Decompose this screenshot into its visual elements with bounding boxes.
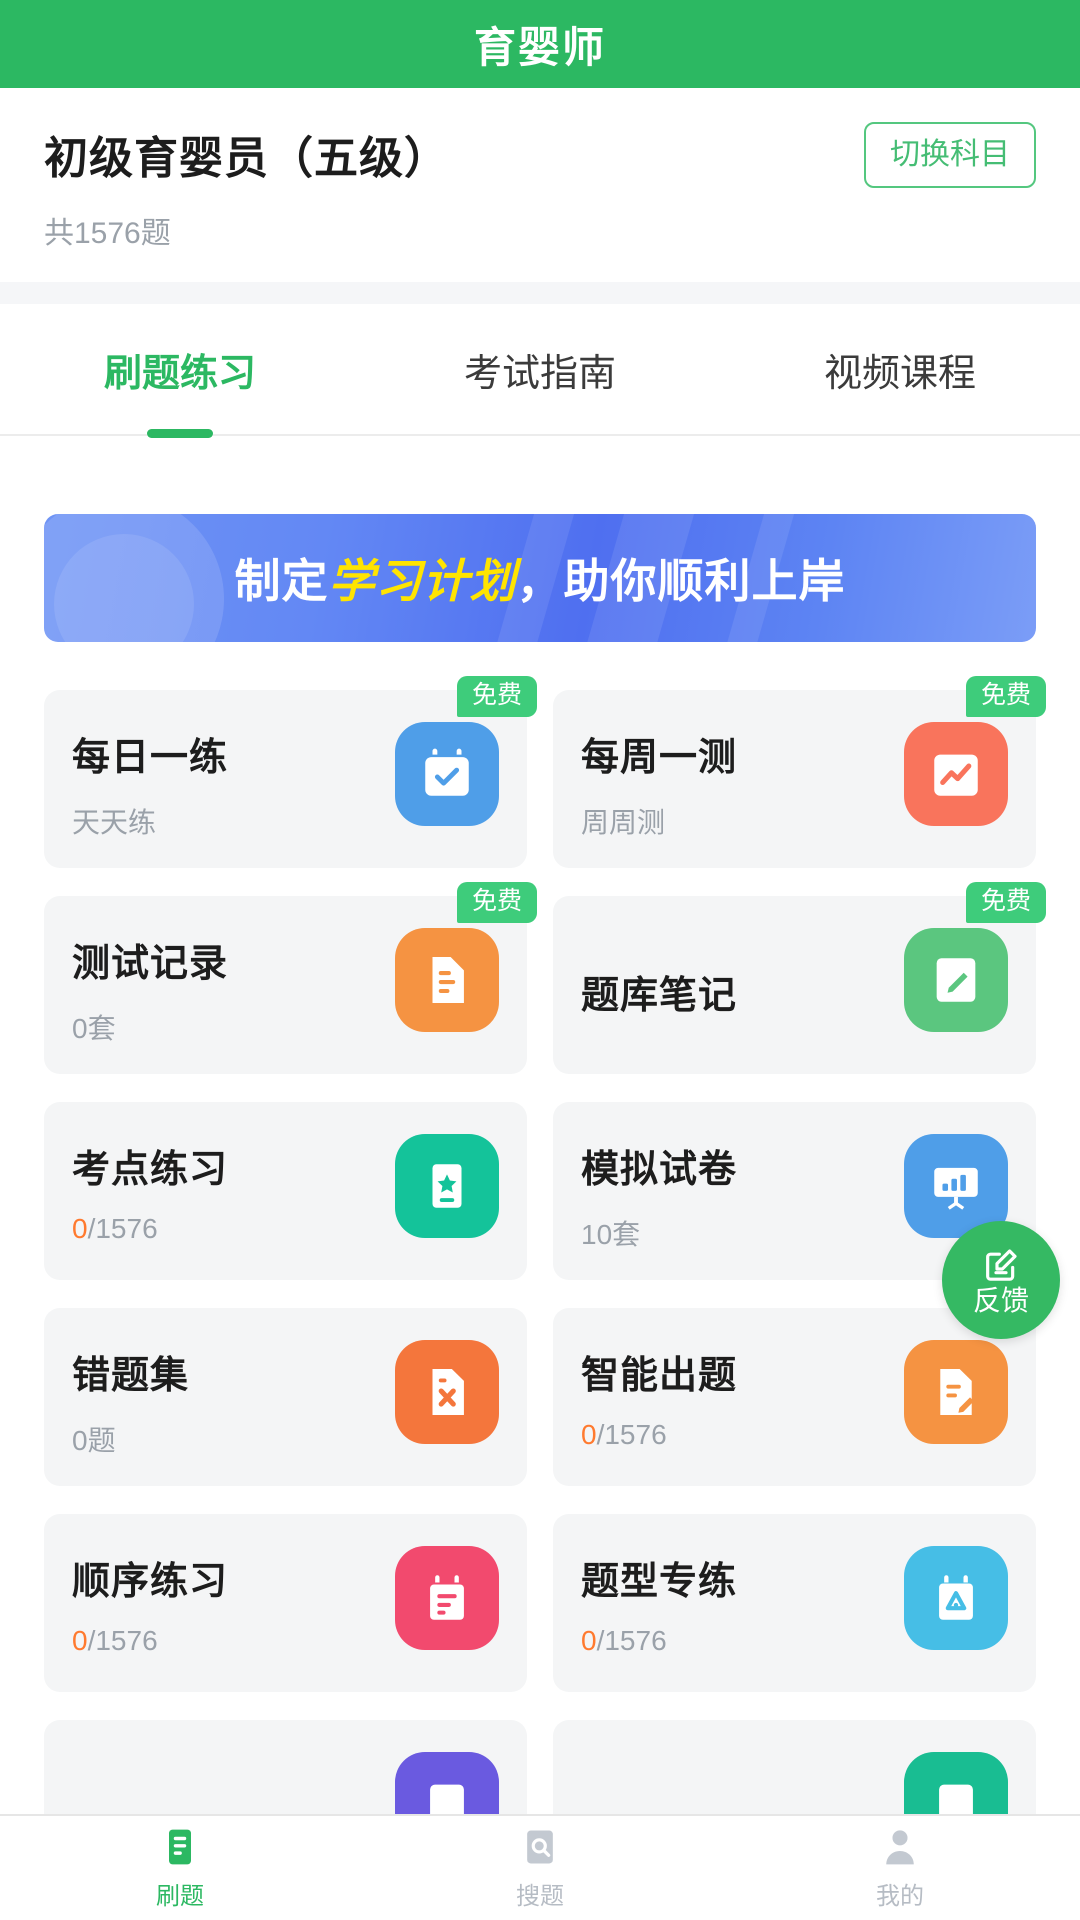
tab-bar: 刷题练习 考试指南 视频课程 [0, 304, 1080, 436]
progress-done: 0 [72, 1625, 88, 1656]
progress-total: /1576 [87, 1213, 158, 1244]
chart-card-icon [904, 722, 1008, 826]
card-title: 每周一测 [581, 737, 738, 779]
nav-label: 刷题 [156, 1883, 204, 1910]
card-test-records[interactable]: 免费 测试记录 0套 [44, 882, 537, 1074]
card-title: 测试记录 [72, 943, 229, 985]
card-title: 模拟试卷 [581, 1149, 738, 1191]
card-title: 顺序练习 [72, 1561, 229, 1603]
study-plan-banner[interactable]: 制定学习计划，助你顺利上岸 [44, 514, 1036, 642]
progress-total: /1576 [596, 1419, 667, 1450]
banner-highlight: 学习计划 [328, 555, 517, 607]
card-subtitle: 0题 [72, 1425, 116, 1456]
teal-icon [904, 1752, 1008, 1814]
banner-suffix: ，助你顺利上岸 [516, 555, 846, 607]
card-title: 每日一练 [72, 737, 229, 779]
card-subtitle: 周周测 [581, 807, 666, 838]
app-root: 育婴师 初级育婴员（五级） 共1576题 切换科目 刷题练习 考试指南 视频课程… [0, 0, 1080, 1920]
purple-icon [395, 1752, 499, 1814]
card-title: 题型专练 [581, 1561, 738, 1603]
wrong-doc-icon [395, 1340, 499, 1444]
card-partial-left[interactable] [44, 1720, 527, 1814]
bottom-nav-bar: 刷题 搜题 我的 [0, 1814, 1080, 1920]
nav-item-profile[interactable]: 我的 [720, 1825, 1080, 1911]
card-smart-questions[interactable]: 智能出题 0/1576 [553, 1308, 1036, 1486]
card-subtitle: 0/1576 [581, 1625, 737, 1657]
top-app-bar: 育婴师 [0, 0, 1080, 88]
page-title: 育婴师 [473, 23, 606, 71]
card-sequential-practice[interactable]: 顺序练习 0/1576 [44, 1514, 527, 1692]
subject-section: 初级育婴员（五级） 共1576题 切换科目 [0, 88, 1080, 282]
feedback-fab-button[interactable]: 反馈 [942, 1221, 1060, 1339]
document-lines-icon [395, 928, 499, 1032]
progress-done: 0 [581, 1625, 597, 1656]
type-doc-icon [904, 1546, 1008, 1650]
user-icon [886, 1830, 914, 1865]
card-title: 错题集 [72, 1355, 190, 1397]
star-book-icon [395, 1134, 499, 1238]
nav-item-search[interactable]: 搜题 [360, 1825, 720, 1911]
tab-video-course[interactable]: 视频课程 [720, 304, 1080, 434]
card-question-type-practice[interactable]: 题型专练 0/1576 [553, 1514, 1036, 1692]
free-badge: 免费 [965, 676, 1046, 717]
feedback-label: 反馈 [972, 1285, 1029, 1316]
card-keypoint-practice[interactable]: 考点练习 0/1576 [44, 1102, 527, 1280]
progress-done: 0 [581, 1419, 597, 1450]
card-partial-right[interactable] [553, 1720, 1036, 1814]
tab-exam-guide[interactable]: 考试指南 [360, 304, 720, 434]
free-badge: 免费 [456, 882, 537, 923]
free-badge: 免费 [456, 676, 537, 717]
note-edit-icon [904, 928, 1008, 1032]
card-subtitle: 0/1576 [72, 1625, 228, 1657]
nav-item-practice[interactable]: 刷题 [0, 1825, 360, 1911]
search-icon [527, 1830, 553, 1864]
banner-prefix: 制定 [234, 555, 329, 607]
edit-square-icon [986, 1249, 1017, 1281]
section-divider [0, 282, 1080, 304]
subject-name: 初级育婴员（五级） [44, 134, 449, 183]
subject-question-count: 共1576题 [44, 217, 171, 250]
card-daily-practice[interactable]: 免费 每日一练 天天练 [44, 676, 537, 868]
card-title: 考点练习 [72, 1149, 229, 1191]
card-title: 智能出题 [581, 1355, 738, 1397]
document-icon [169, 1829, 191, 1865]
tab-practice[interactable]: 刷题练习 [0, 304, 360, 434]
card-subtitle: 10套 [581, 1219, 641, 1250]
card-wrong-questions[interactable]: 错题集 0题 [44, 1308, 527, 1486]
card-subtitle: 天天练 [72, 807, 157, 838]
calendar-check-icon [395, 722, 499, 826]
progress-total: /1576 [596, 1625, 667, 1656]
card-subtitle: 0/1576 [72, 1213, 228, 1245]
banner-text: 制定学习计划，助你顺利上岸 [235, 545, 846, 611]
card-question-notes[interactable]: 免费 题库笔记 [553, 882, 1046, 1074]
nav-label: 搜题 [516, 1883, 564, 1910]
switch-subject-button[interactable]: 切换科目 [864, 122, 1036, 188]
order-calendar-icon [395, 1546, 499, 1650]
feature-grid: 免费 每日一练 天天练 免费 每周一测 周周测 免费 测试记录 0套 免费 题库… [44, 676, 1046, 1814]
card-title: 题库笔记 [581, 975, 738, 1017]
card-weekly-test[interactable]: 免费 每周一测 周周测 [553, 676, 1046, 868]
progress-done: 0 [72, 1213, 88, 1244]
card-subtitle: 0/1576 [581, 1419, 737, 1451]
progress-total: /1576 [87, 1625, 158, 1656]
card-subtitle: 0套 [72, 1013, 116, 1044]
scroll-content[interactable]: 制定学习计划，助你顺利上岸 免费 每日一练 天天练 免费 每周一测 周周测 免费… [0, 474, 1080, 1814]
nav-label: 我的 [876, 1883, 924, 1910]
subject-info: 初级育婴员（五级） 共1576题 [44, 122, 449, 252]
free-badge: 免费 [965, 882, 1046, 923]
smart-doc-icon [904, 1340, 1008, 1444]
